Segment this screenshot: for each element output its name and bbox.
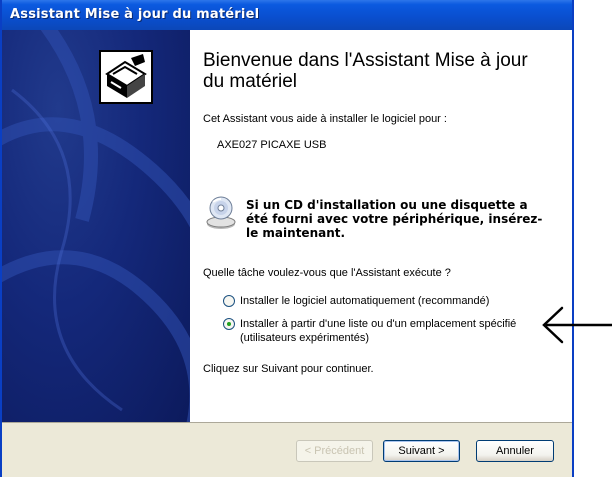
button-bar: < Précédent Suivant > Annuler xyxy=(2,422,572,477)
radio-install-auto[interactable] xyxy=(223,295,235,307)
option-install-from-list[interactable]: Installer à partir d'une liste ou d'un e… xyxy=(223,317,555,345)
intro-text: Cet Assistant vous aide à installer le l… xyxy=(203,113,447,125)
task-question: Quelle tâche voulez-vous que l'Assistant… xyxy=(203,267,451,279)
option-install-auto[interactable]: Installer le logiciel automatiquement (r… xyxy=(223,294,489,308)
cd-icon xyxy=(206,196,236,229)
next-button[interactable]: Suivant > xyxy=(383,440,460,462)
option-install-auto-label[interactable]: Installer le logiciel automatiquement (r… xyxy=(240,294,489,308)
window-title: Assistant Mise à jour du matériel xyxy=(10,7,260,22)
continue-instruction: Cliquez sur Suivant pour continuer. xyxy=(203,363,374,375)
side-panel-art xyxy=(2,30,190,422)
page-title: Bienvenue dans l'Assistant Mise à jour d… xyxy=(203,50,528,92)
radio-install-from-list[interactable] xyxy=(223,318,235,330)
wizard-side-panel xyxy=(2,30,190,422)
cd-notice: Si un CD d'installation ou une disquette… xyxy=(246,198,543,240)
wizard-content: Bienvenue dans l'Assistant Mise à jour d… xyxy=(190,30,572,422)
option-install-from-list-label[interactable]: Installer à partir d'une liste ou d'un e… xyxy=(240,317,555,345)
hardware-wizard-icon xyxy=(99,50,153,104)
back-button[interactable]: < Précédent xyxy=(296,440,373,462)
device-name: AXE027 PICAXE USB xyxy=(217,139,327,151)
title-bar[interactable]: Assistant Mise à jour du matériel xyxy=(2,0,572,30)
cancel-button[interactable]: Annuler xyxy=(476,440,554,462)
wizard-window: Assistant Mise à jour du matériel Bienve… xyxy=(0,0,574,477)
pointer-arrow-icon xyxy=(542,306,612,344)
